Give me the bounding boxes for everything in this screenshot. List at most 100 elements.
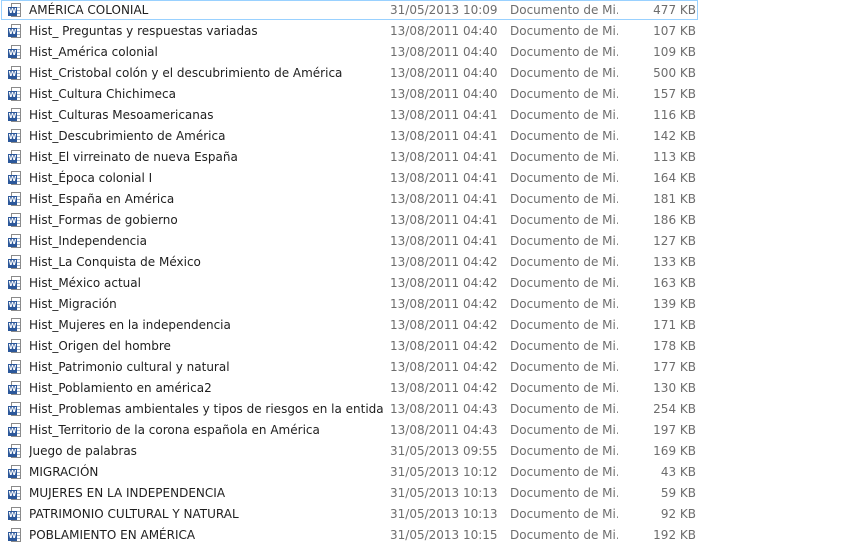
file-date-modified: 13/08/2011 04:40 a... bbox=[390, 45, 498, 59]
word-doc-icon: W bbox=[8, 213, 22, 228]
file-date-modified: 13/08/2011 04:41 a... bbox=[390, 129, 498, 143]
file-name: Hist_Origen del hombre bbox=[29, 339, 171, 353]
word-doc-icon: W bbox=[8, 318, 22, 333]
file-date-modified: 13/08/2011 04:41 a... bbox=[390, 171, 498, 185]
file-name: AMÉRICA COLONIAL bbox=[29, 3, 149, 17]
word-doc-icon: W bbox=[8, 150, 22, 165]
file-type: Documento de Mi... bbox=[510, 24, 618, 38]
file-name: Hist_Problemas ambientales y tipos de ri… bbox=[29, 402, 384, 416]
file-date-modified: 31/05/2013 10:13 ... bbox=[390, 507, 498, 521]
file-row[interactable]: W Hist_Cristobal colón y el descubrimien… bbox=[0, 63, 850, 84]
file-size: 500 KB bbox=[653, 66, 696, 80]
file-row[interactable]: W Hist_La Conquista de México 13/08/2011… bbox=[0, 252, 850, 273]
file-type: Documento de Mi... bbox=[510, 318, 618, 332]
file-name: Hist_Poblamiento en américa2 bbox=[29, 381, 212, 395]
file-date-modified: 31/05/2013 10:13 ... bbox=[390, 486, 498, 500]
file-size: 43 KB bbox=[660, 465, 696, 479]
file-name: Hist_América colonial bbox=[29, 45, 158, 59]
file-type: Documento de Mi... bbox=[510, 276, 618, 290]
file-row[interactable]: W Hist_Formas de gobierno 13/08/2011 04:… bbox=[0, 210, 850, 231]
file-row[interactable]: W Hist_Patrimonio cultural y natural 13/… bbox=[0, 357, 850, 378]
file-row[interactable]: W Hist_Migración 13/08/2011 04:42 a... D… bbox=[0, 294, 850, 315]
file-row[interactable]: W Hist_Cultura Chichimeca 13/08/2011 04:… bbox=[0, 84, 850, 105]
file-date-modified: 13/08/2011 04:41 a... bbox=[390, 213, 498, 227]
file-name: Hist_España en América bbox=[29, 192, 175, 206]
word-doc-icon: W bbox=[8, 87, 22, 102]
word-doc-icon: W bbox=[8, 528, 22, 543]
file-date-modified: 13/08/2011 04:42 a... bbox=[390, 339, 498, 353]
file-name: Hist_Independencia bbox=[29, 234, 147, 248]
file-size: 164 KB bbox=[653, 171, 696, 185]
file-size: 186 KB bbox=[653, 213, 696, 227]
file-type: Documento de Mi... bbox=[510, 192, 618, 206]
file-date-modified: 13/08/2011 04:41 a... bbox=[390, 192, 498, 206]
file-row[interactable]: W MIGRACIÓN 31/05/2013 10:12 ... Documen… bbox=[0, 462, 850, 483]
file-size: 139 KB bbox=[653, 297, 696, 311]
file-date-modified: 31/05/2013 10:15 ... bbox=[390, 528, 498, 542]
file-type: Documento de Mi... bbox=[510, 444, 618, 458]
word-doc-icon: W bbox=[8, 486, 22, 501]
file-row[interactable]: W Hist_América colonial 13/08/2011 04:40… bbox=[0, 42, 850, 63]
word-doc-icon: W bbox=[8, 255, 22, 270]
file-type: Documento de Mi... bbox=[510, 507, 618, 521]
file-size: 178 KB bbox=[653, 339, 696, 353]
file-name: MUJERES EN LA INDEPENDENCIA bbox=[29, 486, 226, 500]
word-doc-icon: W bbox=[8, 339, 22, 354]
file-row[interactable]: W Hist_Poblamiento en américa2 13/08/201… bbox=[0, 378, 850, 399]
file-type: Documento de Mi... bbox=[510, 339, 618, 353]
file-size: 181 KB bbox=[653, 192, 696, 206]
file-row[interactable]: W Hist_Mujeres en la independencia 13/08… bbox=[0, 315, 850, 336]
word-doc-icon: W bbox=[8, 129, 22, 144]
file-name: Hist_Descubrimiento de América bbox=[29, 129, 226, 143]
word-doc-icon: W bbox=[8, 45, 22, 60]
file-size: 142 KB bbox=[653, 129, 696, 143]
file-type: Documento de Mi... bbox=[510, 171, 618, 185]
file-row[interactable]: W Hist_Origen del hombre 13/08/2011 04:4… bbox=[0, 336, 850, 357]
file-name: Hist_Migración bbox=[29, 297, 117, 311]
file-row[interactable]: W Hist_ Preguntas y respuestas variadas … bbox=[0, 21, 850, 42]
file-name: Hist_El virreinato de nueva España bbox=[29, 150, 238, 164]
file-row[interactable]: W MUJERES EN LA INDEPENDENCIA 31/05/2013… bbox=[0, 483, 850, 504]
file-row[interactable]: W Hist_España en América 13/08/2011 04:4… bbox=[0, 189, 850, 210]
file-name: Hist_Mujeres en la independencia bbox=[29, 318, 231, 332]
file-name: POBLAMIENTO EN AMÉRICA bbox=[29, 528, 196, 542]
file-row[interactable]: W Hist_Descubrimiento de América 13/08/2… bbox=[0, 126, 850, 147]
file-size: 157 KB bbox=[653, 87, 696, 101]
word-doc-icon: W bbox=[8, 234, 22, 249]
file-date-modified: 13/08/2011 04:42 a... bbox=[390, 276, 498, 290]
file-size: 113 KB bbox=[653, 150, 696, 164]
file-type: Documento de Mi... bbox=[510, 297, 618, 311]
file-size: 171 KB bbox=[653, 318, 696, 332]
word-doc-icon: W bbox=[8, 465, 22, 480]
file-name: Hist_Patrimonio cultural y natural bbox=[29, 360, 230, 374]
word-doc-icon: W bbox=[8, 24, 22, 39]
file-size: 109 KB bbox=[653, 45, 696, 59]
file-row[interactable]: W Hist_Culturas Mesoamericanas 13/08/201… bbox=[0, 105, 850, 126]
file-row[interactable]: W Hist_Territorio de la corona española … bbox=[0, 420, 850, 441]
word-doc-icon: W bbox=[8, 192, 22, 207]
file-name: Hist_Cristobal colón y el descubrimiento… bbox=[29, 66, 343, 80]
file-row[interactable]: W PATRIMONIO CULTURAL Y NATURAL 31/05/20… bbox=[0, 504, 850, 525]
file-date-modified: 13/08/2011 04:42 a... bbox=[390, 360, 498, 374]
file-date-modified: 13/08/2011 04:42 a... bbox=[390, 381, 498, 395]
file-size: 254 KB bbox=[653, 402, 696, 416]
file-row[interactable]: W Juego de palabras 31/05/2013 09:55 ...… bbox=[0, 441, 850, 462]
file-size: 477 KB bbox=[653, 3, 696, 17]
file-name: Hist_La Conquista de México bbox=[29, 255, 201, 269]
file-size: 130 KB bbox=[653, 381, 696, 395]
file-size: 163 KB bbox=[653, 276, 696, 290]
file-row[interactable]: W Hist_Independencia 13/08/2011 04:41 a.… bbox=[0, 231, 850, 252]
file-type: Documento de Mi... bbox=[510, 45, 618, 59]
file-row[interactable]: W Hist_Época colonial I 13/08/2011 04:41… bbox=[0, 168, 850, 189]
file-size: 127 KB bbox=[653, 234, 696, 248]
file-date-modified: 13/08/2011 04:42 a... bbox=[390, 297, 498, 311]
file-name: Hist_Cultura Chichimeca bbox=[29, 87, 176, 101]
file-row[interactable]: W AMÉRICA COLONIAL 31/05/2013 10:09 ... … bbox=[0, 0, 850, 21]
word-doc-icon: W bbox=[8, 402, 22, 417]
file-row[interactable]: W Hist_México actual 13/08/2011 04:42 a.… bbox=[0, 273, 850, 294]
file-row[interactable]: W Hist_El virreinato de nueva España 13/… bbox=[0, 147, 850, 168]
file-date-modified: 31/05/2013 10:09 ... bbox=[390, 3, 498, 17]
word-doc-icon: W bbox=[8, 108, 22, 123]
file-row[interactable]: W POBLAMIENTO EN AMÉRICA 31/05/2013 10:1… bbox=[0, 525, 850, 546]
file-row[interactable]: W Hist_Problemas ambientales y tipos de … bbox=[0, 399, 850, 420]
